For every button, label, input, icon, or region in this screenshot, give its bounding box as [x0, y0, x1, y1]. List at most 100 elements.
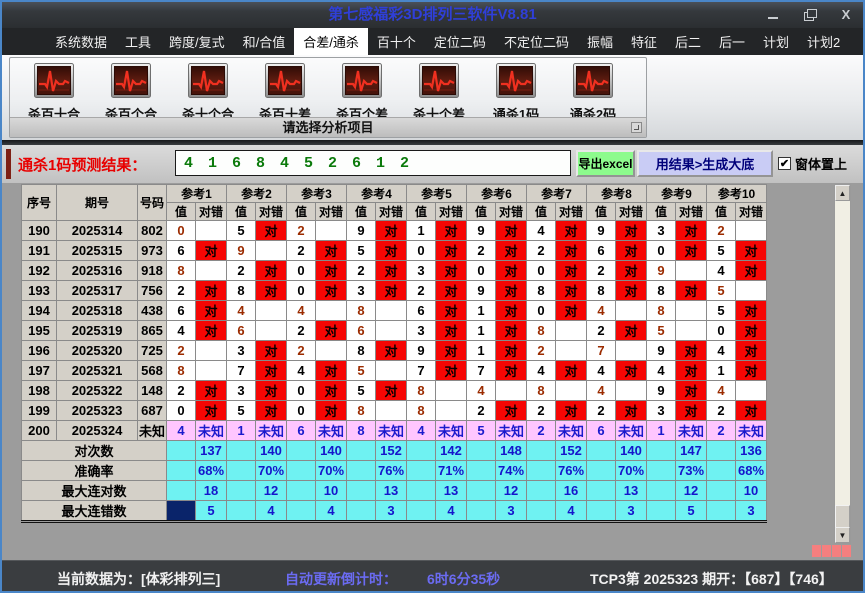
summary-empty-cell[interactable]	[287, 481, 316, 501]
summary-value-cell[interactable]: 142	[436, 441, 467, 461]
cell-value[interactable]: 6	[347, 321, 376, 341]
summary-empty-cell[interactable]	[647, 481, 676, 501]
cell-value[interactable]: 4	[707, 381, 736, 401]
summary-value-cell[interactable]: 4	[316, 501, 347, 522]
summary-empty-cell[interactable]	[587, 481, 616, 501]
menu-item-1[interactable]: 工具	[116, 28, 160, 55]
cell-result[interactable]: 未知	[256, 421, 287, 441]
menu-item-8[interactable]: 振幅	[578, 28, 622, 55]
cell-period[interactable]: 2025318	[57, 301, 138, 321]
cell-result[interactable]: 对	[496, 261, 527, 281]
cell-value[interactable]: 5	[347, 241, 376, 261]
cell-value[interactable]: 4	[647, 361, 676, 381]
cell-value[interactable]: 1	[227, 421, 256, 441]
toolbar-button-2[interactable]: 杀十个合	[176, 63, 240, 123]
cell-result[interactable]	[196, 221, 227, 241]
cell-value[interactable]: 2	[287, 221, 316, 241]
cell-value[interactable]: 2	[167, 281, 196, 301]
cell-value[interactable]: 2	[167, 341, 196, 361]
cell-result[interactable]: 对	[496, 401, 527, 421]
cell-value[interactable]: 2	[527, 241, 556, 261]
menu-item-12[interactable]: 计划	[754, 28, 798, 55]
cell-result[interactable]	[436, 381, 467, 401]
cell-period[interactable]: 2025320	[57, 341, 138, 361]
menu-item-0[interactable]: 系统数据	[46, 28, 116, 55]
cell-result[interactable]: 对	[256, 341, 287, 361]
cell-value[interactable]: 9	[587, 221, 616, 241]
cell-value[interactable]: 5	[707, 301, 736, 321]
cell-result[interactable]: 对	[316, 281, 347, 301]
summary-empty-cell[interactable]	[647, 441, 676, 461]
menu-item-7[interactable]: 不定位二码	[495, 28, 578, 55]
cell-value[interactable]: 3	[227, 341, 256, 361]
cell-number[interactable]: 973	[138, 241, 167, 261]
summary-value-cell[interactable]: 147	[676, 441, 707, 461]
cell-value[interactable]: 8	[407, 401, 436, 421]
summary-value-cell[interactable]: 152	[556, 441, 587, 461]
cell-period[interactable]: 2025324	[57, 421, 138, 441]
menu-item-9[interactable]: 特征	[622, 28, 666, 55]
menu-item-10[interactable]: 后二	[666, 28, 710, 55]
close-button[interactable]: X	[839, 8, 853, 22]
summary-empty-cell[interactable]	[467, 441, 496, 461]
cell-period[interactable]: 2025316	[57, 261, 138, 281]
cell-value[interactable]: 6	[167, 301, 196, 321]
cell-number[interactable]: 未知	[138, 421, 167, 441]
cell-value[interactable]: 1	[467, 341, 496, 361]
cell-index[interactable]: 195	[22, 321, 57, 341]
cell-value[interactable]: 8	[527, 381, 556, 401]
cell-result[interactable]: 对	[676, 341, 707, 361]
cell-value[interactable]: 8	[647, 281, 676, 301]
cell-value[interactable]: 3	[227, 381, 256, 401]
cell-result[interactable]: 未知	[436, 421, 467, 441]
summary-empty-cell[interactable]	[587, 501, 616, 522]
cell-result[interactable]: 对	[256, 381, 287, 401]
cell-value[interactable]: 5	[347, 361, 376, 381]
summary-empty-cell[interactable]	[287, 461, 316, 481]
scroll-up-button[interactable]: ▲	[835, 185, 850, 201]
cell-result[interactable]: 对	[376, 221, 407, 241]
cell-value[interactable]: 4	[527, 221, 556, 241]
summary-empty-cell[interactable]	[167, 481, 196, 501]
cell-value[interactable]: 2	[527, 401, 556, 421]
cell-value[interactable]: 9	[467, 281, 496, 301]
cell-result[interactable]: 对	[556, 301, 587, 321]
summary-empty-cell[interactable]	[467, 501, 496, 522]
cell-result[interactable]: 对	[376, 341, 407, 361]
cell-value[interactable]: 2	[527, 421, 556, 441]
cell-value[interactable]: 5	[707, 241, 736, 261]
summary-value-cell[interactable]: 13	[376, 481, 407, 501]
cell-result[interactable]	[736, 221, 767, 241]
cell-value[interactable]: 7	[227, 361, 256, 381]
cell-value[interactable]: 2	[707, 421, 736, 441]
summary-label[interactable]: 对次数	[22, 441, 167, 461]
cell-result[interactable]: 未知	[496, 421, 527, 441]
cell-index[interactable]: 200	[22, 421, 57, 441]
cell-period[interactable]: 2025314	[57, 221, 138, 241]
cell-value[interactable]: 3	[647, 221, 676, 241]
cell-period[interactable]: 2025315	[57, 241, 138, 261]
summary-value-cell[interactable]: 12	[256, 481, 287, 501]
summary-value-cell[interactable]: 13	[436, 481, 467, 501]
cell-value[interactable]: 4	[167, 421, 196, 441]
cell-result[interactable]: 对	[616, 261, 647, 281]
cell-result[interactable]: 对	[196, 241, 227, 261]
cell-value[interactable]: 3	[347, 281, 376, 301]
cell-result[interactable]: 对	[316, 381, 347, 401]
summary-empty-cell[interactable]	[407, 481, 436, 501]
toolbar-button-6[interactable]: 通杀1码	[484, 63, 548, 123]
export-excel-button[interactable]: 导出excel	[576, 150, 635, 177]
cell-result[interactable]	[316, 341, 347, 361]
cell-value[interactable]: 9	[407, 341, 436, 361]
cell-result[interactable]: 对	[496, 341, 527, 361]
cell-number[interactable]: 865	[138, 321, 167, 341]
cell-value[interactable]: 2	[467, 241, 496, 261]
cell-result[interactable]	[556, 381, 587, 401]
checkbox-check-icon[interactable]: ✔	[778, 157, 791, 170]
cell-result[interactable]: 未知	[556, 421, 587, 441]
summary-value-cell[interactable]: 140	[616, 441, 647, 461]
summary-value-cell[interactable]: 13	[616, 481, 647, 501]
cell-result[interactable]: 对	[436, 301, 467, 321]
summary-value-cell[interactable]: 70%	[316, 461, 347, 481]
cell-index[interactable]: 197	[22, 361, 57, 381]
